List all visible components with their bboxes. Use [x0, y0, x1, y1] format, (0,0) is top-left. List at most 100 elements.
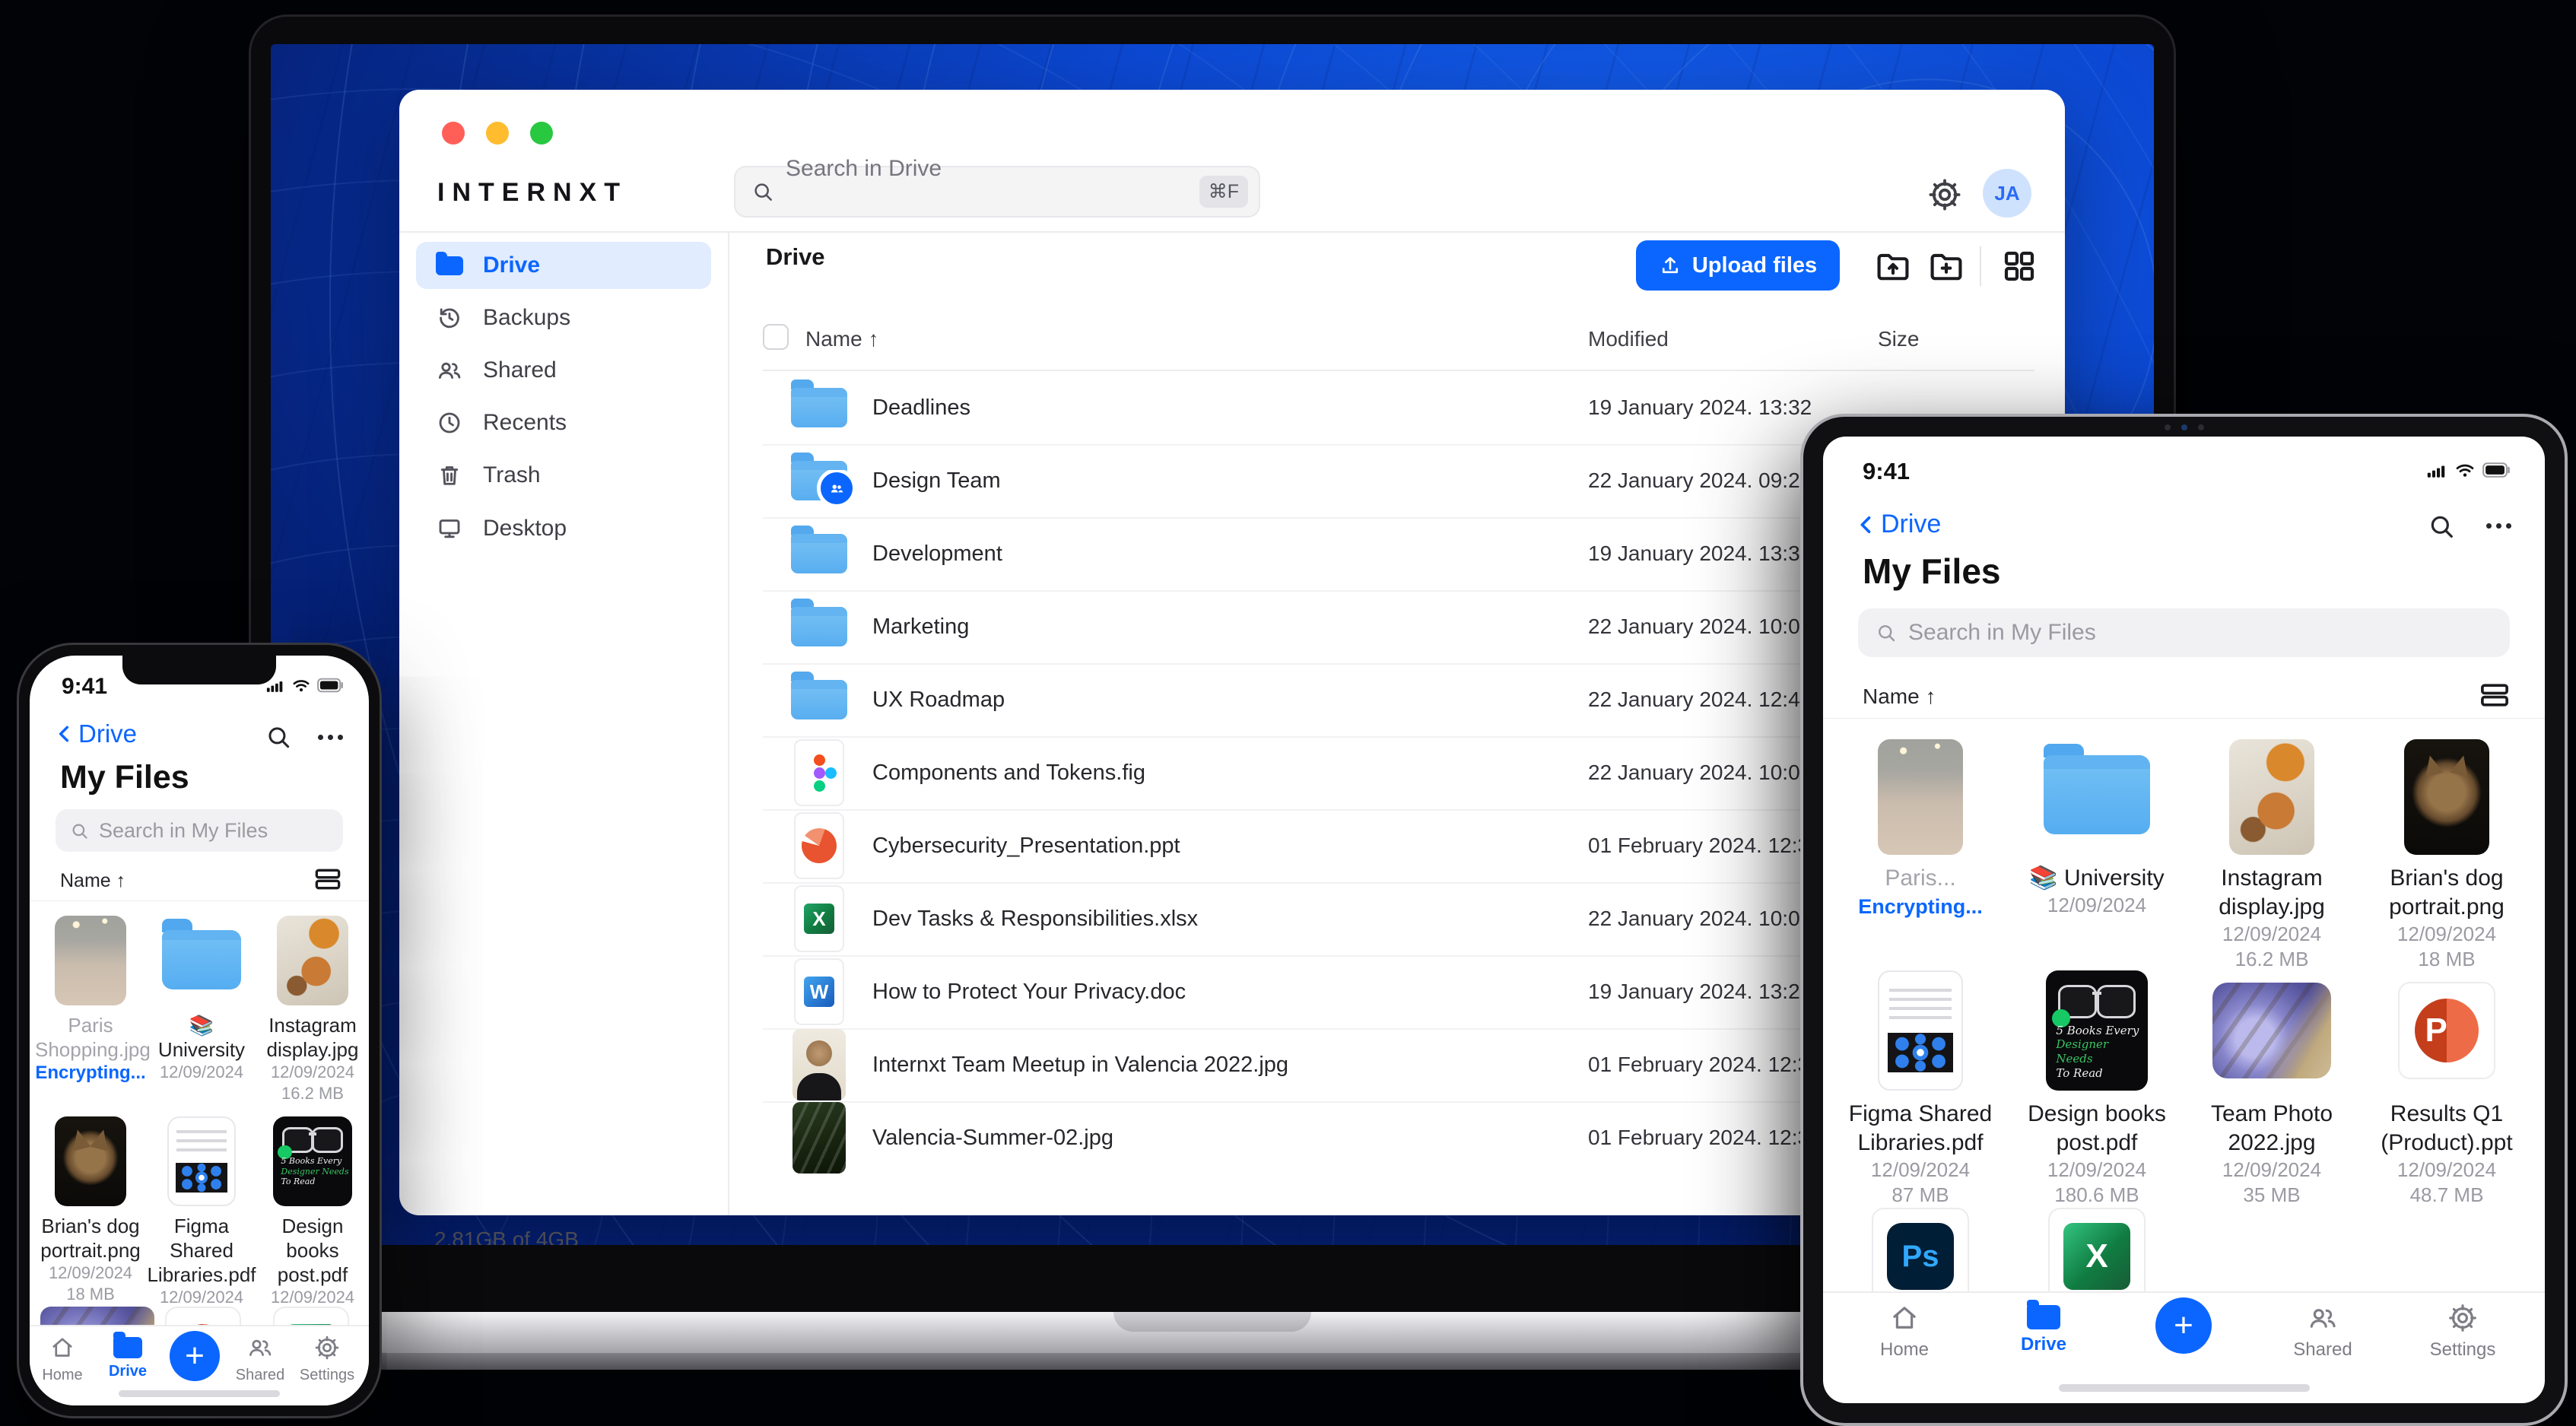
upload-icon	[1662, 257, 1678, 274]
sort-control[interactable]: Name ↑	[1863, 684, 1936, 709]
sidebar-item-label: Trash	[483, 462, 541, 488]
encrypting-status: Encrypting...	[35, 1062, 146, 1083]
grid-item[interactable]: Instagram display.jpg 12/09/2024 16.2 MB	[2189, 735, 2355, 972]
tab-settings[interactable]: Settings	[293, 1334, 361, 1384]
drive-search-input[interactable]: Search in Drive ⌘F	[734, 156, 1260, 218]
select-all-checkbox[interactable]	[763, 324, 789, 350]
gear-icon[interactable]	[1926, 176, 1963, 213]
sidebar-item-desktop[interactable]: Desktop	[416, 505, 711, 552]
tab-drive[interactable]: Drive	[94, 1332, 162, 1380]
list-view-icon[interactable]	[2478, 678, 2511, 712]
add-button[interactable]: +	[2155, 1297, 2212, 1354]
sidebar-item-label: Shared	[483, 357, 557, 383]
grid-item[interactable]: 5 Books Every Designer Needs To Read Des…	[2014, 970, 2180, 1208]
tab-settings[interactable]: Settings	[2413, 1302, 2512, 1361]
search-icon[interactable]	[2426, 511, 2457, 541]
grid-item[interactable]: Team Photo 2022.jpg 12/09/2024 35 MB	[2189, 970, 2355, 1208]
search-input[interactable]: Search in My Files	[1858, 608, 2510, 657]
grid-item[interactable]: P Results Q1 (Product).ppt 12/09/2024 48…	[2364, 970, 2530, 1208]
tab-bar: Home Drive + Shared Settings	[1823, 1291, 2545, 1378]
file-name: Brian's dog portrait.png	[2389, 865, 2505, 919]
grid-item[interactable]: Paris Shopping.jpg Encrypting...	[35, 914, 151, 1085]
tab-home[interactable]: Home	[30, 1334, 97, 1384]
grid-item[interactable]: Instagram display.jpg 12/09/2024 16.2 MB	[257, 914, 368, 1104]
tablet-screen: 9:41 Drive My Files Search in My Files N…	[1823, 437, 2545, 1403]
file-date: 12/09/2024	[2397, 923, 2497, 945]
folder-icon	[2044, 744, 2150, 834]
chevron-left-icon	[1860, 516, 1871, 533]
file-date: 12/09/2024	[2222, 1158, 2322, 1181]
sidebar-item-recents[interactable]: Recents	[416, 399, 711, 446]
grid-item[interactable]: Paris... Encrypting...	[1838, 735, 2003, 920]
phone-device: 9:41 Drive My Files Search in My Files N…	[17, 643, 382, 1418]
grid-item[interactable]: 📚 University 12/09/2024	[146, 914, 257, 1083]
file-name: Paris...	[1885, 865, 1956, 891]
history-icon	[440, 308, 459, 329]
sidebar-item-drive[interactable]: Drive	[416, 242, 711, 289]
back-label: Drive	[78, 719, 138, 748]
glasses-graphic	[282, 1127, 343, 1154]
search-icon[interactable]	[264, 723, 293, 751]
tab-shared[interactable]: Shared	[226, 1334, 294, 1384]
wifi-icon	[2456, 464, 2474, 477]
search-placeholder: Search in Drive	[786, 156, 942, 181]
home-indicator[interactable]	[119, 1390, 280, 1397]
grid-item[interactable]: Brian's dog portrait.png 12/09/2024 18 M…	[35, 1115, 146, 1305]
search-placeholder: Search in My Files	[99, 818, 268, 842]
sidebar-item-shared[interactable]: Shared	[416, 347, 711, 394]
sidebar-item-trash[interactable]: Trash	[416, 452, 711, 499]
back-button[interactable]: Drive	[1853, 510, 1941, 539]
grid-item[interactable]: Figma Shared Libraries.pdf 12/09/2024 87…	[146, 1115, 257, 1329]
column-header-size[interactable]: Size	[1878, 327, 1919, 351]
sidebar-item-backups[interactable]: Backups	[416, 294, 711, 341]
grid-item[interactable]: 📚 University 12/09/2024	[2014, 735, 2180, 918]
grid-view-icon[interactable]	[2001, 248, 2038, 284]
tab-shared[interactable]: Shared	[2273, 1302, 2372, 1361]
upload-folder-icon[interactable]	[1873, 246, 1913, 286]
grid-item[interactable]: Ps	[1838, 1208, 2003, 1305]
minimize-window-button[interactable]	[486, 122, 509, 145]
photo-thumbnail	[792, 1029, 846, 1100]
grid-item[interactable]: Figma Shared Libraries.pdf 12/09/2024 87…	[1838, 970, 2003, 1208]
clock-icon	[439, 412, 460, 434]
list-view-icon[interactable]	[313, 864, 343, 894]
monitor-icon	[439, 519, 460, 538]
home-indicator[interactable]	[2058, 1384, 2310, 1392]
file-date: 12/09/2024	[1870, 1158, 1971, 1181]
column-header-modified[interactable]: Modified	[1588, 327, 1669, 351]
grid-item[interactable]: Brian's dog portrait.png 12/09/2024 18 M…	[2364, 735, 2530, 972]
sidebar-item-label: Drive	[483, 252, 541, 278]
glasses-graphic	[2058, 984, 2136, 1018]
more-icon[interactable]	[2486, 523, 2511, 529]
add-button[interactable]: +	[170, 1331, 220, 1381]
more-icon[interactable]	[318, 735, 343, 740]
close-window-button[interactable]	[442, 122, 465, 145]
divider	[1823, 718, 2545, 719]
file-name: Design Team	[872, 468, 1001, 493]
sidebar-item-label: Backups	[483, 305, 571, 330]
word-file-icon: W	[794, 958, 844, 1025]
file-date: 12/09/2024	[159, 1288, 244, 1307]
book-cover-line: Designer Needs	[2056, 1037, 2109, 1066]
search-input[interactable]: Search in My Files	[56, 809, 343, 852]
powerpoint-logo-icon: P	[2415, 999, 2479, 1062]
design-book-thumbnail: 5 Books Every Designer Needs To Read	[273, 1116, 352, 1206]
book-cover-line: To Read	[2056, 1066, 2103, 1080]
upload-files-button[interactable]: Upload files	[1636, 240, 1840, 291]
sort-control[interactable]: Name ↑	[60, 870, 125, 892]
zoom-window-button[interactable]	[530, 122, 553, 145]
tab-drive[interactable]: Drive	[1994, 1300, 2093, 1355]
excel-file-icon: X	[794, 885, 844, 952]
back-button[interactable]: Drive	[52, 719, 137, 748]
avatar[interactable]: JA	[1983, 169, 2031, 218]
new-folder-icon[interactable]	[1926, 246, 1966, 286]
file-date: 12/09/2024	[2047, 1158, 2147, 1181]
sort-arrow-icon: ↑	[868, 327, 879, 351]
grid-item[interactable]: 5 Books Every Designer Needs To Read Des…	[257, 1115, 368, 1329]
column-header-name[interactable]: Name ↑	[805, 327, 878, 351]
dog-photo-thumbnail	[2404, 739, 2489, 855]
grid-item[interactable]: X	[2014, 1208, 2180, 1305]
folder-icon	[791, 599, 847, 646]
file-name: Components and Tokens.fig	[872, 761, 1145, 785]
tab-home[interactable]: Home	[1855, 1302, 1954, 1361]
